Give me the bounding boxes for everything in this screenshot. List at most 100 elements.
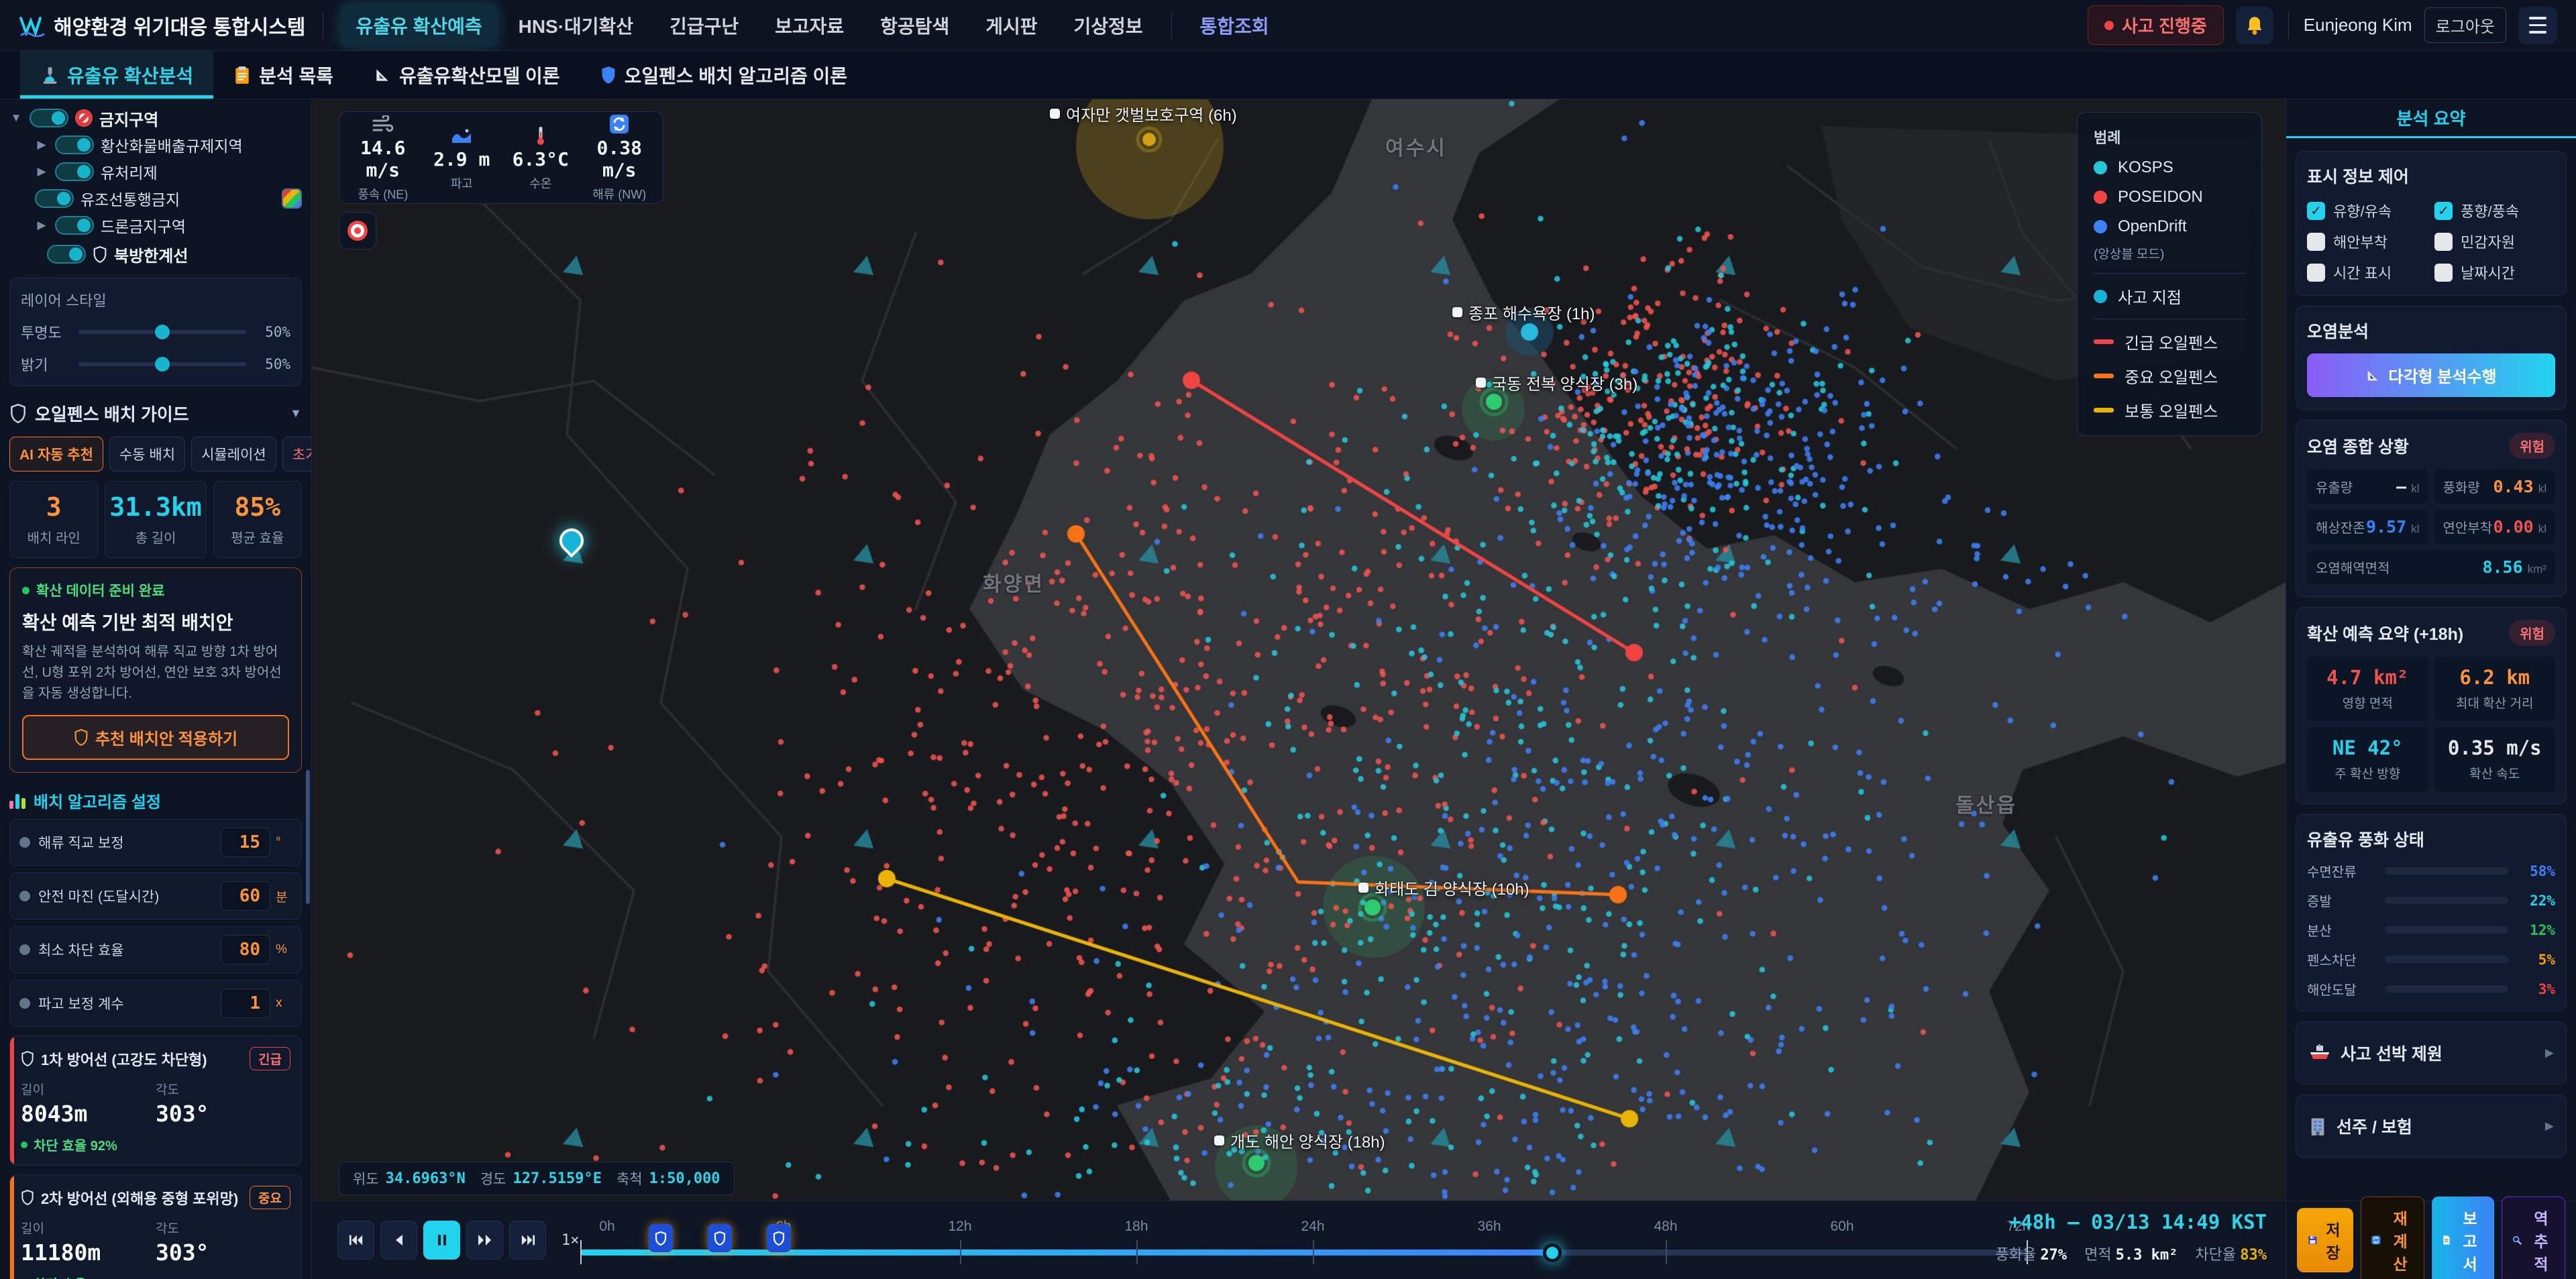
fence-stats: 3 배치 라인 31.3km 총 길이 85% 평균 효율 — [9, 481, 302, 558]
layer-row-restricted-zone[interactable]: ▼ 금지구역 — [9, 105, 302, 131]
simulation-button[interactable]: 시뮬레이션 — [191, 437, 276, 471]
fence-deploy-marker-2[interactable] — [708, 1224, 732, 1252]
incident-status-label: 사고 진행중 — [2122, 13, 2207, 38]
layer-toggle[interactable] — [55, 216, 94, 235]
defense-length: 11180m — [21, 1239, 156, 1266]
backtrack-button[interactable]: 역추적 — [2502, 1197, 2565, 1279]
brightness-slider[interactable] — [78, 362, 246, 366]
checkbox-time[interactable]: ✓ 시간 표시 — [2307, 262, 2428, 283]
locate-incident-button[interactable] — [339, 212, 376, 249]
layer-toggle[interactable] — [47, 245, 86, 264]
tab-diffusion-analysis[interactable]: 유출유 확산분석 — [20, 51, 213, 99]
poi-label-laver-farm[interactable]: 화태도 김 양식장 (10h) — [1358, 876, 1529, 899]
opacity-slider[interactable] — [78, 330, 246, 334]
checkbox-wind[interactable]: ✓ 풍향/풍속 — [2434, 200, 2555, 221]
save-button[interactable]: 저장 — [2297, 1208, 2353, 1272]
map-viewport[interactable]: 여수시 화양면 돌산읍 여자만 갯벌보호구역 (6h) 종포 해수욕장 (1h)… — [312, 99, 2286, 1201]
nav-item-board[interactable]: 게시판 — [971, 4, 1052, 47]
legend-kosps: KOSPS — [2094, 158, 2245, 177]
timeline-playhead[interactable] — [1543, 1243, 1562, 1262]
nav-item-reports[interactable]: 보고자료 — [760, 4, 859, 47]
reset-button[interactable]: 초기화 — [282, 437, 312, 471]
layer-toggle[interactable] — [55, 162, 94, 181]
legend-line — [2094, 374, 2114, 378]
param-input[interactable]: 80 — [221, 935, 270, 964]
apply-plan-button[interactable]: 추천 배치안 적용하기 — [22, 715, 289, 760]
param-input[interactable]: 1 — [221, 989, 270, 1018]
fence-guide-header[interactable]: 오일펜스 배치 가이드 ▼ — [9, 401, 302, 426]
speed-button[interactable]: 1× — [561, 1232, 580, 1249]
manual-placement-button[interactable]: 수동 배치 — [109, 437, 185, 471]
fence-deploy-marker-1[interactable] — [649, 1224, 673, 1252]
tab-analysis-list[interactable]: 분석 목록 — [213, 51, 354, 99]
polygon-analysis-button[interactable]: 다각형 분석수행 — [2307, 353, 2555, 397]
caret-down-icon[interactable]: ▼ — [290, 406, 302, 421]
tab-model-theory[interactable]: 유출유확산모델 이론 — [354, 51, 580, 99]
tab-label: 유출유확산모델 이론 — [399, 62, 560, 89]
param-unit: 분 — [276, 887, 292, 905]
recalculate-button[interactable]: 재계산 — [2361, 1197, 2424, 1279]
step-back-button[interactable] — [380, 1221, 417, 1260]
pause-button[interactable] — [423, 1221, 460, 1260]
report-button[interactable]: 보고서 — [2432, 1197, 2494, 1279]
weather-label: 수온 — [501, 174, 580, 192]
panel-title: 레이어 스타일 — [21, 289, 290, 311]
caret-right-icon[interactable]: ▶ — [35, 219, 48, 232]
tab-label: 분석 목록 — [259, 62, 333, 89]
checkbox-current[interactable]: ✓ 유향/유속 — [2307, 200, 2428, 221]
fence-deploy-marker-3[interactable] — [767, 1224, 791, 1252]
layer-row-sox-zone[interactable]: ▶ 황산화물배출규제지역 — [9, 131, 302, 158]
map-canvas[interactable] — [312, 99, 2286, 1201]
layer-toggle[interactable] — [30, 109, 68, 127]
display-control-card: 표시 정보 제어 ✓ 유향/유속 ✓ 풍향/풍속 ✓ 해안부착 — [2296, 151, 2567, 296]
nav-item-air-search[interactable]: 항공탐색 — [865, 4, 964, 47]
layer-label: 유조선통행금지 — [80, 187, 180, 210]
timeline-track[interactable] — [580, 1249, 2028, 1256]
poi-label-tidal-flat[interactable]: 여자만 갯벌보호구역 (6h) — [1050, 102, 1237, 125]
bar-percent: 58% — [2516, 863, 2555, 879]
ship-specs-card[interactable]: 사고 선박 제원 ▶ — [2296, 1021, 2567, 1085]
poi-label-coast-farm[interactable]: 개도 해안 양식장 (18h) — [1214, 1129, 1385, 1152]
defense-line-card-2[interactable]: 2차 방어선 (외해용 중형 포위망) 중요 길이 11180m 각도 303°… — [9, 1174, 302, 1279]
checkbox-shoreline[interactable]: ✓ 해안부착 — [2307, 231, 2428, 252]
fast-forward-button[interactable] — [466, 1221, 503, 1260]
caret-down-icon[interactable]: ▼ — [9, 111, 23, 125]
layer-toggle[interactable] — [55, 135, 94, 154]
owner-insurance-card[interactable]: 선주 / 보험 ▶ — [2296, 1095, 2567, 1158]
notifications-button[interactable] — [2236, 7, 2273, 44]
skip-start-button[interactable] — [337, 1221, 374, 1260]
caret-right-icon[interactable]: ▶ — [35, 165, 48, 178]
layer-toggle[interactable] — [35, 189, 74, 208]
tab-fence-algorithm-theory[interactable]: 오일펜스 배치 알고리즘 이론 — [580, 51, 867, 99]
weather-label: 풍속 (NE) — [343, 185, 423, 203]
poi-label-abalone-farm[interactable]: 국동 전복 양식장 (3h) — [1476, 371, 1638, 394]
poi-label-beach[interactable]: 종포 해수욕장 (1h) — [1452, 300, 1595, 324]
bar-percent: 3% — [2516, 981, 2555, 997]
layer-swatch-button[interactable] — [282, 188, 302, 209]
sidebar-scrollbar[interactable] — [306, 770, 310, 904]
layer-row-dispersant[interactable]: ▶ 유처리제 — [9, 158, 302, 185]
caret-right-icon[interactable]: ▶ — [35, 138, 48, 152]
ai-recommend-button[interactable]: AI 자동 추천 — [9, 437, 103, 471]
layer-row-tanker-ban[interactable]: 유조선통행금지 — [9, 185, 302, 212]
menu-button[interactable] — [2518, 7, 2557, 44]
nav-item-hns[interactable]: HNS·대기확산 — [504, 4, 648, 47]
shield-outline-icon — [93, 246, 107, 263]
stat-value: 3 — [14, 492, 93, 522]
layer-row-drone-ban[interactable]: ▶ 드론금지구역 — [9, 212, 302, 239]
weather-value: 6.3°C — [501, 148, 580, 170]
nav-item-rescue[interactable]: 긴급구난 — [655, 4, 753, 47]
defense-line-card-1[interactable]: 1차 방어선 (고강도 차단형) 긴급 길이 8043m 각도 303° 차단 … — [9, 1036, 302, 1166]
param-input[interactable]: 15 — [221, 828, 270, 857]
skip-end-button[interactable] — [509, 1221, 546, 1260]
checkbox-sensitive[interactable]: ✓ 민감자원 — [2434, 231, 2555, 252]
logout-button[interactable]: 로그아웃 — [2424, 7, 2506, 43]
checkbox-datetime[interactable]: ✓ 날짜시간 — [2434, 262, 2555, 283]
weathering-row-evaporation: 증발 22% — [2307, 891, 2555, 910]
param-input[interactable]: 60 — [221, 881, 270, 911]
nav-item-weather[interactable]: 기상정보 — [1059, 4, 1158, 47]
layer-row-nll[interactable]: 북방한계선 — [9, 239, 302, 270]
nav-item-oil-spill[interactable]: 유출유 확산예측 — [341, 4, 496, 47]
nav-item-integrated-search[interactable]: 통합조회 — [1185, 4, 1284, 47]
card-title: 확산 예측 요약 (+18h) — [2307, 621, 2463, 645]
